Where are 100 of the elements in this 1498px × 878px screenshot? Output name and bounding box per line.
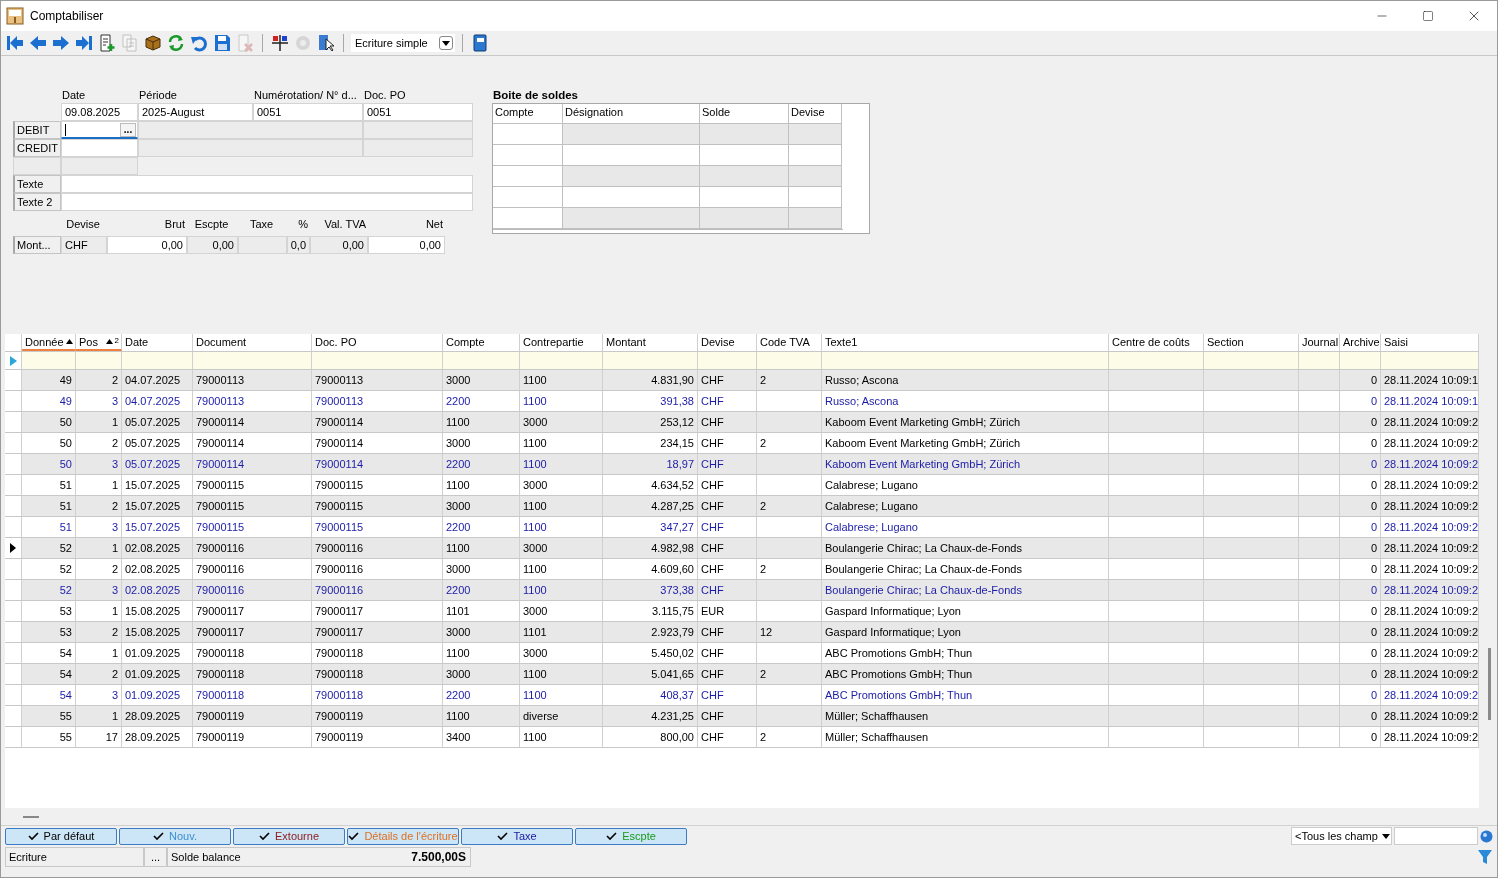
table-cell: 79000118 [312, 664, 443, 684]
column-header[interactable]: Texte1 [822, 334, 1109, 351]
table-cell: ABC Promotions GmbH; Thun [822, 643, 1109, 663]
refresh-icon [167, 34, 185, 52]
table-cell: 2 [757, 559, 822, 579]
scrollbar-thumb[interactable] [1488, 648, 1491, 720]
column-header[interactable]: Section [1204, 334, 1299, 351]
search-field[interactable] [1394, 827, 1478, 845]
toolbar-button[interactable] [270, 33, 290, 53]
table-cell: 3000 [443, 370, 520, 390]
table-cell: 0 [1340, 517, 1381, 537]
toolbar-button[interactable] [212, 33, 232, 53]
table-cell: 05.07.2025 [122, 433, 193, 453]
row-label: Texte 2 [13, 193, 61, 211]
text-field[interactable] [61, 175, 473, 193]
table-cell: 79000113 [193, 370, 312, 390]
table-cell: 79000116 [193, 580, 312, 600]
column-header[interactable]: Journal [1299, 334, 1340, 351]
table-cell: 1100 [443, 538, 520, 558]
last-record-icon [75, 34, 93, 52]
arrow-right-icon [52, 34, 70, 52]
table-cell: Calabrese; Lugano [822, 517, 1109, 537]
table-cell: 2200 [443, 685, 520, 705]
toolbar-button[interactable] [143, 33, 163, 53]
amount-field[interactable]: CHF [61, 236, 107, 254]
amount-field[interactable]: 0,00 [368, 236, 445, 254]
table-cell: 79000114 [312, 454, 443, 474]
table-cell: 50 [22, 433, 76, 453]
text-field[interactable] [61, 193, 473, 211]
table-cell: 79000115 [193, 517, 312, 537]
amount-field[interactable]: 0,00 [107, 236, 187, 254]
amount-field[interactable]: 0,00 [187, 236, 238, 254]
mode-dropdown[interactable]: Ecriture simple [351, 34, 455, 52]
amount-field[interactable]: 0,0 [287, 236, 310, 254]
row-label: DEBIT [13, 121, 61, 139]
balance-label: Solde balance [171, 851, 241, 863]
table-cell: 1 [76, 601, 122, 621]
column-header[interactable]: Document [193, 334, 312, 351]
table-cell: 79000115 [312, 475, 443, 495]
input-field[interactable]: 0051 [253, 103, 363, 121]
row-selector[interactable] [5, 538, 22, 558]
table-cell: 79000119 [312, 727, 443, 747]
table-cell: 3000 [443, 622, 520, 642]
door-pointer-icon [317, 34, 335, 52]
table-cell: CHF [698, 643, 757, 663]
table-cell: Kaboom Event Marketing GmbH; Zürich [822, 454, 1109, 474]
table-cell: 1100 [520, 580, 603, 600]
field-label: Date [61, 88, 87, 103]
table-cell: 79000118 [312, 685, 443, 705]
table-cell: 04.07.2025 [122, 391, 193, 411]
column-header[interactable]: Centre de coûts [1109, 334, 1204, 351]
input-field[interactable]: 2025-August [138, 103, 253, 121]
column-header[interactable]: Montant [603, 334, 698, 351]
column-header[interactable]: Compte [443, 334, 520, 351]
input-field[interactable]: 09.08.2025 [61, 103, 138, 121]
table-cell: 79000115 [193, 475, 312, 495]
table-cell: 3 [76, 454, 122, 474]
column-header[interactable]: Doc. PO [312, 334, 443, 351]
toolbar-button[interactable] [470, 33, 490, 53]
field-label: Val. TVA [323, 217, 367, 232]
table-cell: 3 [76, 391, 122, 411]
account-field[interactable] [61, 139, 138, 157]
table-cell: CHF [698, 664, 757, 684]
amount-field[interactable] [238, 236, 287, 254]
table-cell: Gaspard Informatique; Lyon [822, 622, 1109, 642]
table-cell: 1100 [520, 391, 603, 411]
table-cell: 28.09.2025 [122, 706, 193, 726]
field-label: % [297, 217, 309, 232]
table-cell: 1100 [520, 496, 603, 516]
column-header[interactable]: Code TVA [757, 334, 822, 351]
column-header[interactable]: Saisi [1381, 334, 1479, 351]
table-cell: 79000118 [312, 643, 443, 663]
table-cell: 28.11.2024 10:09:2 [1381, 685, 1479, 705]
table-cell: 347,27 [603, 517, 698, 537]
filter-button[interactable]: Par défaut [5, 827, 117, 845]
table-cell: Calabrese; Lugano [822, 475, 1109, 495]
split-cross-icon [271, 34, 289, 52]
table-cell: 01.09.2025 [122, 685, 193, 705]
table-cell: 51 [22, 475, 76, 495]
column-header[interactable]: Devise [698, 334, 757, 351]
browse-button[interactable]: ... [120, 123, 136, 137]
table-cell: 79000116 [312, 559, 443, 579]
table-cell: 15.08.2025 [122, 622, 193, 642]
field-dropdown[interactable]: <Tous les champ [1291, 827, 1392, 845]
table-cell: 391,38 [603, 391, 698, 411]
more-button[interactable]: ... [144, 847, 167, 867]
table-cell: 0 [1340, 643, 1381, 663]
filter-button[interactable]: Taxe [461, 827, 573, 845]
table-cell: 2 [76, 496, 122, 516]
amount-field[interactable]: 0,00 [310, 236, 368, 254]
filter-button[interactable]: Extourne [233, 827, 345, 845]
sort-order: 2 [114, 336, 119, 345]
column-header[interactable]: Contrepartie [520, 334, 603, 351]
input-field[interactable]: 0051 [363, 103, 473, 121]
column-header[interactable]: Date [122, 334, 193, 351]
account-field[interactable]: ... [61, 121, 138, 139]
toolbar-button[interactable] [316, 33, 336, 53]
column-header[interactable]: Archive [1340, 334, 1381, 351]
table-cell: 0 [1340, 706, 1381, 726]
table-cell: 0 [1340, 664, 1381, 684]
